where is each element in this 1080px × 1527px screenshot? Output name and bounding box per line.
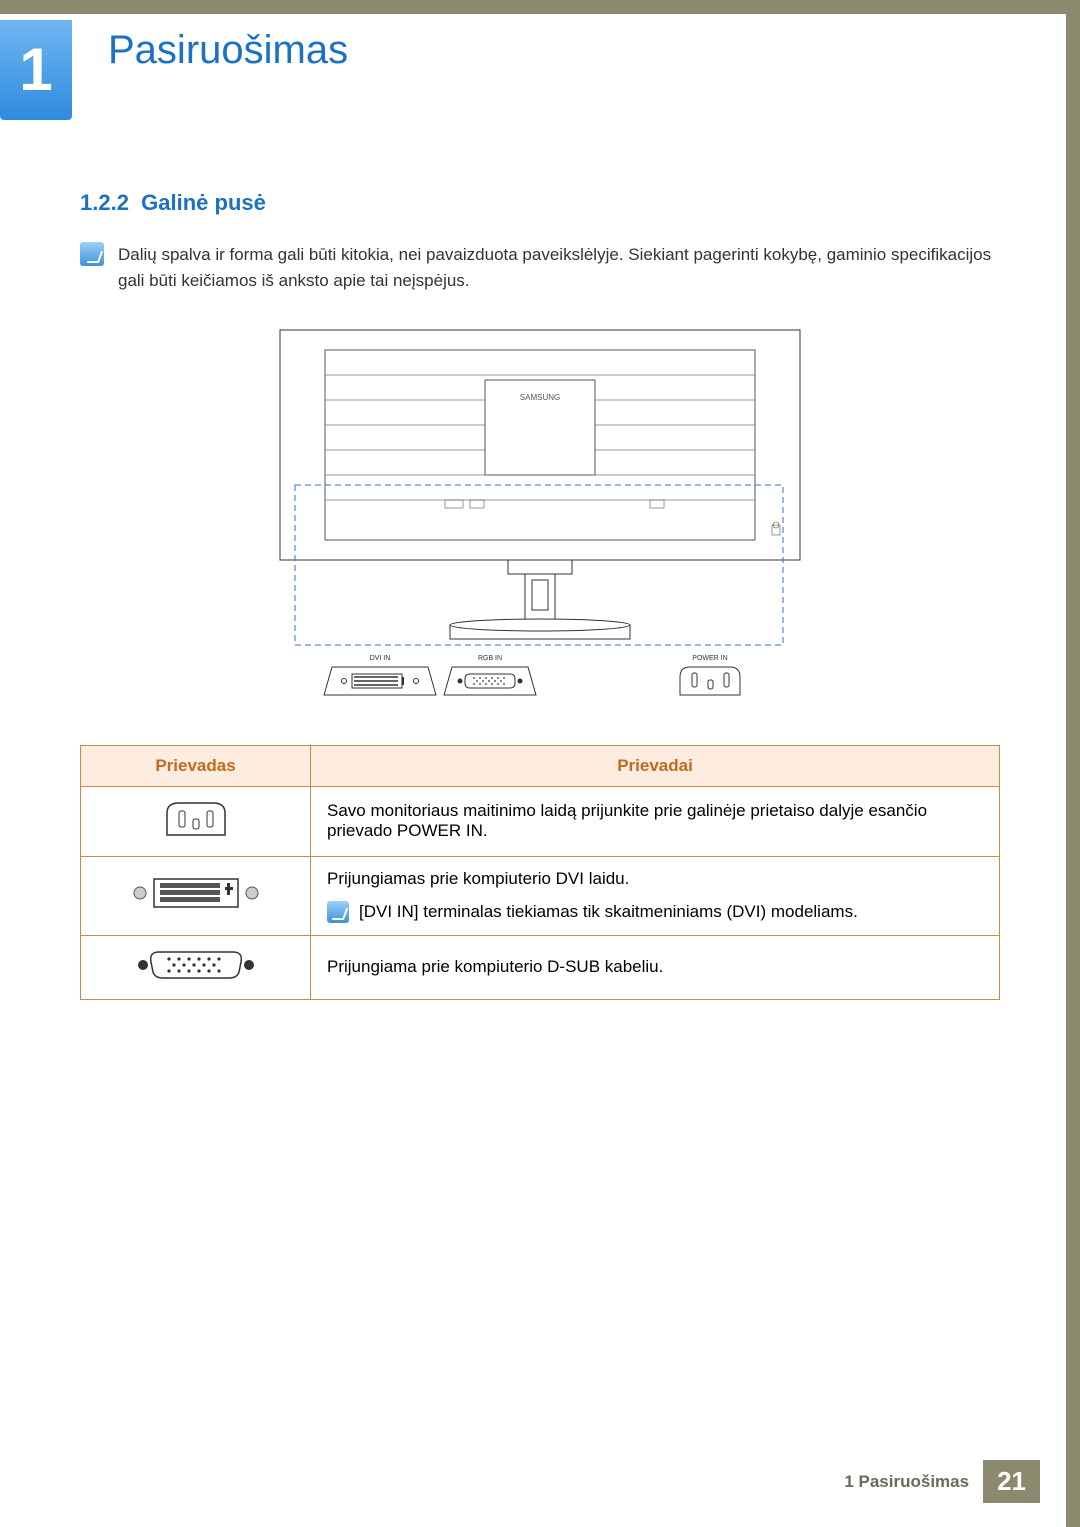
page-footer: 1 Pasiruošimas 21	[830, 1460, 1040, 1503]
footer-chapter-label: 1 Pasiruošimas	[830, 1464, 983, 1500]
dvi-port-detail	[324, 667, 436, 695]
svg-text:POWER IN: POWER IN	[692, 655, 727, 662]
section-number: 1.2.2	[80, 190, 129, 215]
table-header-row: Prievadas Prievadai	[81, 745, 1000, 786]
svg-text:DVI IN: DVI IN	[370, 655, 391, 662]
svg-text:RGB IN: RGB IN	[478, 655, 502, 662]
table-row: Savo monitoriaus maitinimo laidą prijunk…	[81, 786, 1000, 856]
section-heading: 1.2.2 Galinė pusė	[80, 190, 1000, 216]
vga-port-detail	[444, 667, 536, 695]
table-row: Prijungiamas prie kompiuterio DVI laidu.…	[81, 856, 1000, 935]
power-port-detail	[680, 667, 740, 695]
inline-note: [DVI IN] terminalas tiekiamas tik skaitm…	[327, 901, 983, 923]
note-block: Dalių spalva ir forma gali būti kitokia,…	[80, 242, 1000, 295]
note-text: Dalių spalva ir forma gali būti kitokia,…	[118, 242, 1000, 295]
vga-port-icon	[131, 948, 261, 982]
monitor-rear-diagram: SAMSUNG DVI IN RGB IN POWER IN	[270, 325, 810, 715]
header-ports: Prievadai	[311, 745, 1000, 786]
port-description: Savo monitoriaus maitinimo laidą prijunk…	[311, 786, 1000, 856]
inline-note-text: [DVI IN] terminalas tiekiamas tik skaitm…	[359, 902, 858, 922]
section-title: Galinė pusė	[141, 190, 266, 215]
dvi-port-icon	[126, 873, 266, 913]
table-row: Prijungiama prie kompiuterio D-SUB kabel…	[81, 935, 1000, 999]
header-port: Prievadas	[81, 745, 311, 786]
brand-logo: SAMSUNG	[520, 393, 560, 402]
port-description: Prijungiamas prie kompiuterio DVI laidu.	[327, 869, 983, 889]
note-icon	[80, 242, 104, 266]
footer-page-number: 21	[983, 1460, 1040, 1503]
note-icon	[327, 901, 349, 923]
power-port-icon	[157, 799, 235, 839]
ports-table: Prievadas Prievadai Savo monitoriaus mai	[80, 745, 1000, 1000]
chapter-number-tab: 1	[0, 20, 72, 120]
port-description: Prijungiama prie kompiuterio D-SUB kabel…	[311, 935, 1000, 999]
